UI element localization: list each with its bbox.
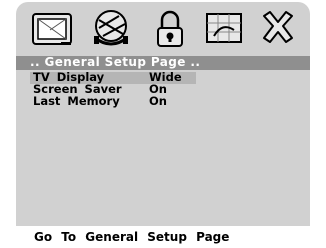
setup-tab-bar bbox=[16, 2, 310, 54]
audio-disc-icon bbox=[94, 10, 128, 46]
help-bar: Go To General Setup Page bbox=[0, 226, 326, 248]
page-title-bar: .. General Setup Page .. bbox=[16, 55, 310, 70]
page-title: .. General Setup Page .. bbox=[30, 55, 201, 69]
settings-list: TV Display Wide Screen Saver On Last Mem… bbox=[16, 71, 310, 108]
tab-exit-setup[interactable] bbox=[256, 6, 300, 50]
lock-icon bbox=[157, 10, 183, 47]
setting-row-last-memory[interactable]: Last Memory On bbox=[16, 94, 310, 108]
picture-grid-icon bbox=[206, 13, 242, 43]
setting-label: Last Memory bbox=[33, 94, 120, 108]
close-icon bbox=[263, 11, 293, 43]
help-text: Go To General Setup Page bbox=[34, 230, 230, 244]
tab-video-setup[interactable] bbox=[202, 6, 246, 50]
tab-preference-lock[interactable] bbox=[148, 6, 192, 50]
osd-screen: .. General Setup Page .. TV Display Wide… bbox=[0, 0, 326, 248]
tab-audio-setup[interactable] bbox=[89, 6, 133, 50]
tab-general-setup[interactable] bbox=[30, 6, 74, 50]
setup-menu-panel: .. General Setup Page .. TV Display Wide… bbox=[16, 2, 310, 226]
tv-display-icon bbox=[32, 13, 72, 45]
setting-value: On bbox=[149, 94, 167, 108]
